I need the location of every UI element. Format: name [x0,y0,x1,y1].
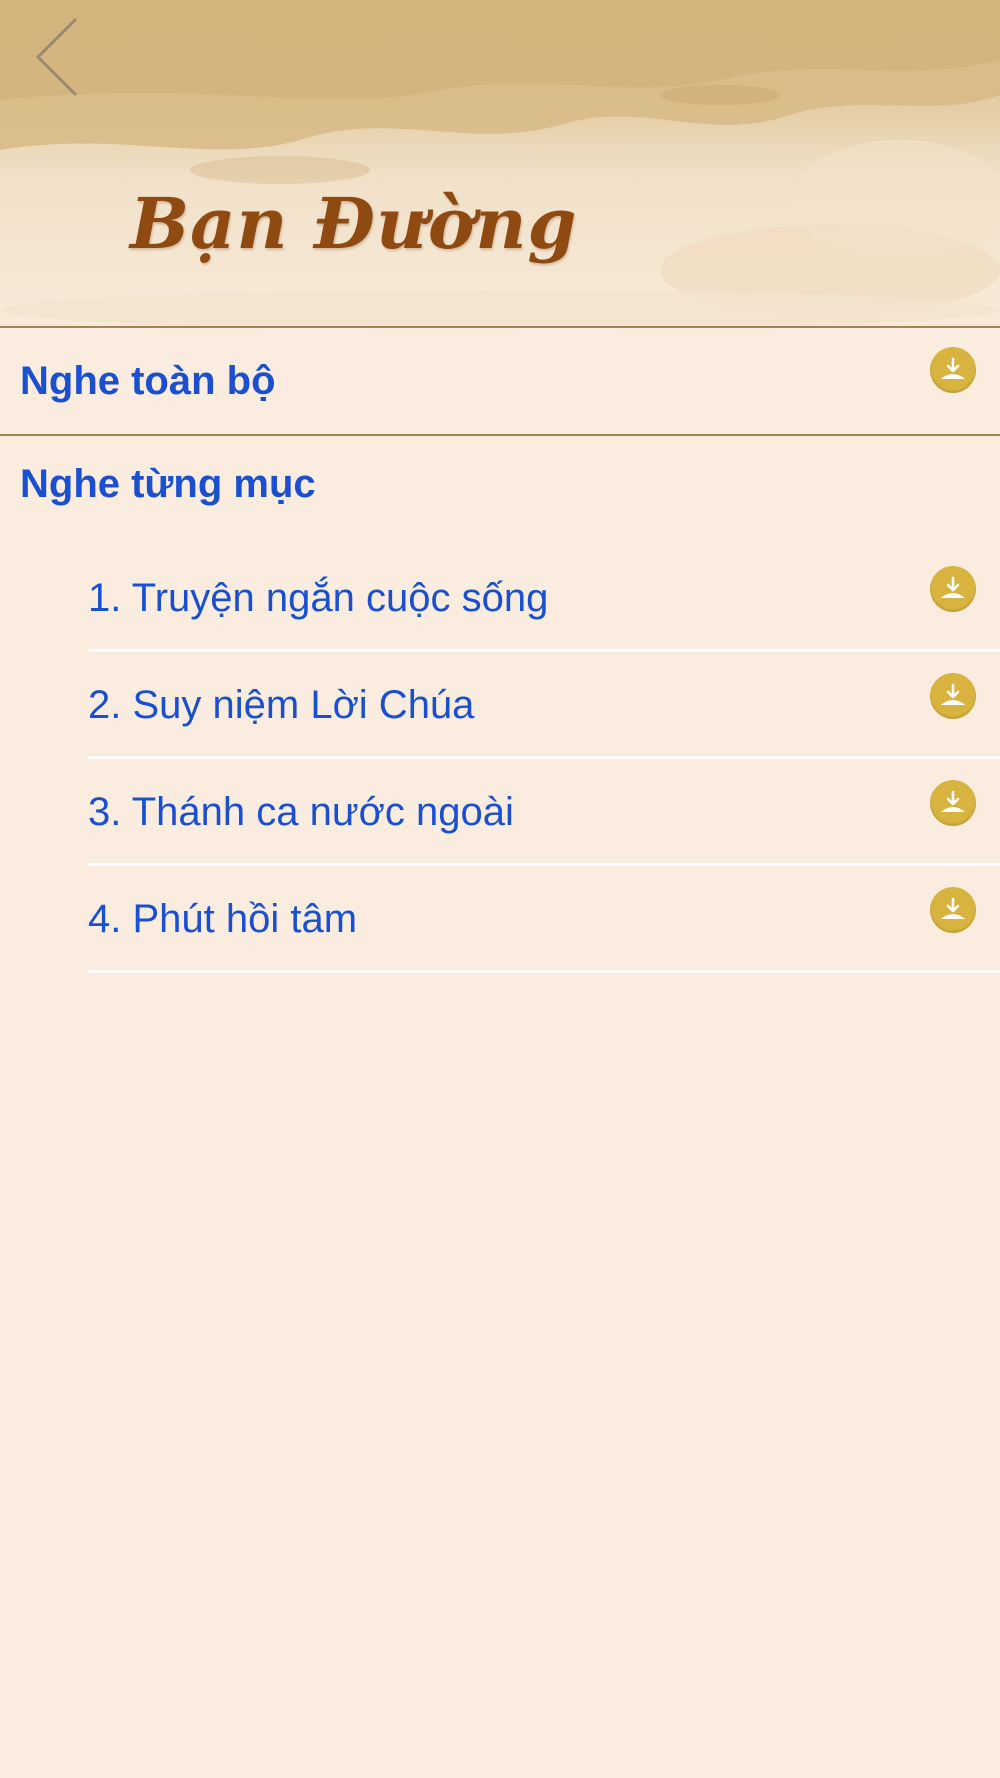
list-item[interactable]: 3. Thánh ca nước ngoài [0,759,1000,866]
download-button[interactable] [930,780,976,826]
episode-list: 1. Truyện ngắn cuộc sống 2. Suy niệm Lời… [0,545,1000,973]
list-item-label: 2. Suy niệm Lời Chúa [88,683,475,727]
header-banner: Bạn Đường [0,0,1000,326]
list-item-label: 3. Thánh ca nước ngoài [88,790,514,834]
list-item-label: 1. Truyện ngắn cuộc sống [88,576,549,620]
download-button[interactable] [930,887,976,933]
back-button[interactable] [22,12,92,102]
list-item[interactable]: 1. Truyện ngắn cuộc sống [0,545,1000,652]
list-item-label: 4. Phút hồi tâm [88,897,358,941]
list-item[interactable]: 4. Phút hồi tâm [0,866,1000,973]
download-icon [941,897,965,919]
brush-texture-background [0,0,1000,326]
download-all-button[interactable] [930,347,976,393]
listen-all-label: Nghe toàn bộ [20,358,276,403]
listen-all-row[interactable]: Nghe toàn bộ [0,328,1000,434]
section-label: Nghe từng mục [20,462,316,506]
download-icon [941,683,965,705]
listen-all-divider [0,434,1000,436]
page-title: Bạn Đường [130,182,578,265]
download-icon [941,790,965,812]
list-separator [88,970,1000,973]
download-button[interactable] [930,673,976,719]
download-icon [941,357,965,379]
download-button[interactable] [930,566,976,612]
chevron-left-icon [35,17,78,97]
list-item[interactable]: 2. Suy niệm Lời Chúa [0,652,1000,759]
download-icon [941,576,965,598]
